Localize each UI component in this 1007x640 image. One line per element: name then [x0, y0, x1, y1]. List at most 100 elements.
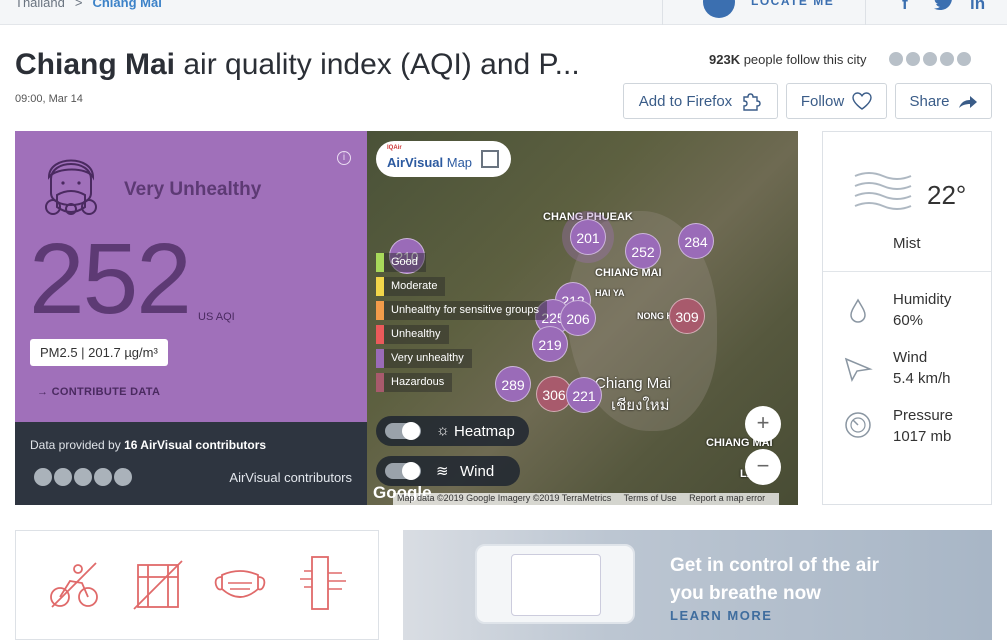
share-button[interactable]: Share [895, 83, 992, 119]
iqair-promo-banner[interactable]: Get in control of the air you breathe now… [403, 530, 992, 640]
contribute-data-link[interactable]: → CONTRIBUTE DATA [37, 386, 160, 398]
air-purifier-icon[interactable] [298, 555, 348, 611]
wear-mask-icon[interactable] [214, 563, 266, 607]
place-label: Chiang Mai [595, 375, 671, 392]
wind-toggle[interactable]: ≋ Wind [376, 456, 520, 486]
aqi-marker[interactable]: 206 [560, 300, 596, 336]
provider-count: 16 AirVisual contributors [124, 438, 267, 452]
wind-icon: ≋ [436, 463, 449, 480]
pressure-label: Pressure [893, 407, 954, 424]
legend-label: Unhealthy for sensitive groups [391, 304, 539, 316]
legend-swatch [376, 277, 384, 296]
weather-panel: 22° Mist Humidity 60% Wind 5.4 km/h Pressu… [822, 131, 992, 505]
close-windows-icon[interactable] [132, 559, 184, 611]
share-label: Share [909, 92, 950, 110]
brand-map: Map [443, 155, 473, 170]
humidity-label: Humidity [893, 291, 952, 308]
iqair-logo: IQAir [387, 145, 402, 151]
aqi-marker[interactable]: 201 [570, 219, 606, 255]
wind-label: Wind [460, 463, 495, 480]
divider [823, 271, 991, 272]
brand-airvisual: AirVisual [387, 155, 444, 170]
breadcrumb-current[interactable]: Chiang Mai [92, 0, 161, 10]
wind-value: 5.4 km/h [893, 370, 951, 387]
place-label: เชียงใหม่ [611, 397, 670, 414]
locate-me-button[interactable]: LOCATE ME [662, 0, 866, 25]
aqi-marker[interactable]: 219 [532, 326, 568, 362]
heart-icon [852, 92, 872, 110]
aqi-marker[interactable]: 309 [669, 298, 705, 334]
place-label: CHIANG MAI [595, 267, 662, 279]
fullscreen-icon[interactable] [481, 150, 499, 168]
data-provider-text: Data provided by 16 AirVisual contributo… [30, 438, 266, 452]
avatar[interactable] [72, 466, 94, 488]
provider-prefix: Data provided by [30, 438, 125, 452]
legend-item: Moderate [376, 277, 446, 296]
legend-item: Very unhealthy [376, 349, 472, 368]
add-to-firefox-label: Add to Firefox [638, 92, 733, 110]
linkedin-icon[interactable]: in [970, 0, 985, 14]
wind-switch[interactable] [385, 462, 421, 480]
aqi-marker[interactable]: 289 [495, 366, 531, 402]
info-icon[interactable]: i [337, 151, 351, 165]
pressure-value: 1017 mb [893, 428, 952, 445]
avatar[interactable] [32, 466, 54, 488]
terms-of-use-link[interactable]: Terms of Use [624, 493, 677, 503]
report-map-error-link[interactable]: Report a map error [689, 493, 765, 503]
legend-item: Good [376, 253, 426, 272]
airvisual-map-badge[interactable]: IQAir AirVisual Map [376, 141, 511, 177]
legend-swatch [376, 253, 384, 272]
map-data-credit: Map data ©2019 Google Imagery ©2019 Terr… [397, 493, 612, 503]
facebook-icon[interactable]: f [902, 0, 908, 14]
add-to-firefox-button[interactable]: Add to Firefox [623, 83, 778, 119]
follower-number: 923K [709, 52, 741, 67]
no-cycling-icon[interactable] [48, 559, 100, 611]
zoom-out-button[interactable]: − [745, 449, 781, 485]
twitter-icon[interactable] [934, 0, 954, 15]
pressure-gauge-icon [845, 412, 871, 438]
map-attribution: Map data ©2019 Google Imagery ©2019 Terr… [393, 493, 780, 505]
legend-label: Hazardous [391, 376, 445, 388]
legend-label: Good [391, 256, 418, 268]
breadcrumb-parent[interactable]: Thailand [15, 0, 65, 10]
weather-condition: Mist [893, 235, 921, 252]
top-bar: Thailand > Chiang Mai LOCATE ME f in [0, 0, 1007, 25]
wind-row: Wind 5.4 km/h [893, 347, 951, 389]
follow-button[interactable]: Follow [786, 83, 887, 119]
contributor-avatars [32, 466, 134, 488]
legend-swatch [376, 349, 384, 368]
zoom-in-button[interactable]: + [745, 406, 781, 442]
promo-headline-line2: you breathe now [670, 583, 821, 604]
humidity-value: 60% [893, 312, 924, 329]
device-screen [511, 554, 601, 616]
aqi-panel: Very Unhealthy i 252 US AQI PM2.5 | 201.… [15, 131, 367, 505]
aqi-marker[interactable]: 252 [625, 233, 661, 269]
learn-more-link[interactable]: LEARN MORE [670, 608, 772, 623]
humidity-row: Humidity 60% [893, 289, 951, 331]
avatar [904, 50, 922, 68]
contributors-section: Data provided by 16 AirVisual contributo… [15, 422, 367, 505]
avatar[interactable] [52, 466, 74, 488]
heatmap-switch[interactable] [385, 422, 421, 440]
avatar [955, 50, 973, 68]
legend-item: Unhealthy [376, 325, 449, 344]
aqi-marker[interactable]: 221 [566, 377, 602, 413]
pressure-row: Pressure 1017 mb [893, 405, 953, 447]
aqi-marker[interactable]: 284 [678, 223, 714, 259]
legend-item: Hazardous [376, 373, 453, 392]
page-title: Chiang Mai air quality index (AQI) and P… [15, 48, 580, 82]
locate-me-label: LOCATE ME [751, 0, 835, 8]
temperature: 22° [927, 180, 967, 210]
legend-label: Very unhealthy [391, 352, 464, 364]
air-quality-map[interactable]: IQAir AirVisual Map CHANG PHUEAK CHIANG … [367, 131, 798, 505]
legend-item: Unhealthy for sensitive groups [376, 301, 547, 320]
heatmap-toggle[interactable]: ☼ Heatmap [376, 416, 529, 446]
legend-swatch [376, 325, 384, 344]
puzzle-piece-icon [743, 93, 761, 111]
avatar[interactable] [92, 466, 114, 488]
breadcrumb-separator: > [74, 0, 83, 10]
avatar[interactable] [112, 466, 134, 488]
wind-direction-icon [844, 357, 873, 382]
wind-label: Wind [893, 349, 928, 366]
contribute-data-label: CONTRIBUTE DATA [51, 386, 161, 398]
